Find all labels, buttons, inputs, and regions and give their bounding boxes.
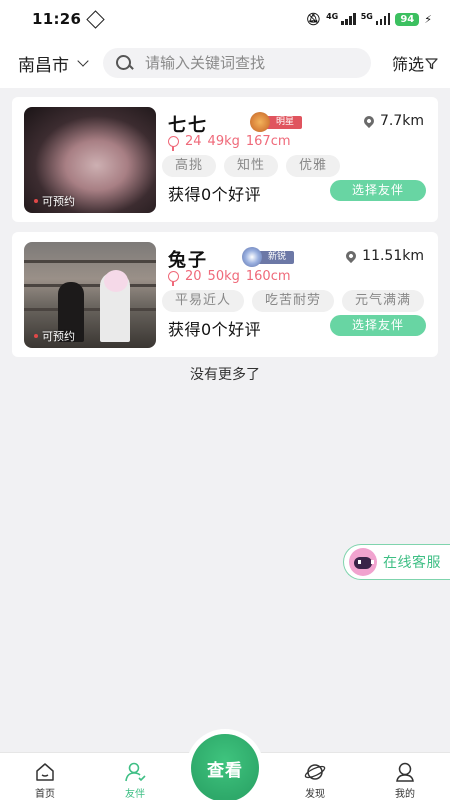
- companion-card[interactable]: 可预约 七七 明星 7.7km 24 49kg 167cm 高挑 知性 优雅 获…: [12, 97, 438, 222]
- signal-icon-2: [375, 13, 391, 25]
- network-type-1: 4G: [326, 12, 339, 21]
- city-label: 南昌市: [18, 55, 69, 76]
- star-medal-icon: [250, 112, 270, 132]
- select-companion-button[interactable]: 选择友伴: [330, 315, 426, 336]
- location-pin-icon: [344, 248, 359, 264]
- companion-age: 20: [185, 269, 202, 284]
- search-icon: [115, 54, 133, 72]
- select-companion-button[interactable]: 选择友伴: [330, 180, 426, 201]
- female-icon: [168, 136, 179, 151]
- filter-icon: [425, 57, 438, 69]
- filter-button[interactable]: 筛选: [392, 51, 438, 75]
- city-selector[interactable]: 南昌市: [18, 51, 89, 76]
- companion-card[interactable]: 可预约 兔子 新锐 11.51km 20 50kg 160cm 平易近人 吃苦耐…: [12, 232, 438, 357]
- companion-height: 160cm: [245, 269, 291, 284]
- companion-age: 24: [185, 134, 202, 149]
- search-box[interactable]: [103, 48, 371, 78]
- availability-label: 可预约: [42, 330, 75, 343]
- nav-companion-label: 友伴: [125, 789, 145, 800]
- photo-shelf: [24, 284, 156, 287]
- companion-meta: 24 49kg 167cm: [168, 134, 297, 151]
- face-sticker: [104, 270, 128, 292]
- online-service-button[interactable]: 在线客服: [343, 544, 450, 580]
- home-icon: [36, 763, 54, 781]
- nav-home[interactable]: 首页: [15, 762, 75, 800]
- review-count: 获得0个好评: [168, 185, 262, 204]
- availability-badge: 可预约: [34, 193, 75, 209]
- companion-icon: [125, 762, 146, 782]
- nav-discover-label: 发现: [305, 789, 325, 800]
- location-pin-icon: [361, 113, 377, 129]
- level-badge: 明星: [250, 112, 303, 132]
- companion-meta: 20 50kg 160cm: [168, 269, 297, 286]
- tag: 平易近人: [162, 290, 245, 312]
- distance: 11.51km: [344, 248, 424, 264]
- mute-icon: 🔕︎: [305, 12, 322, 26]
- distance: 7.7km: [361, 113, 424, 129]
- companion-weight: 49kg: [207, 134, 240, 149]
- tag-list: 高挑 知性 优雅: [162, 155, 341, 177]
- companion-photo[interactable]: 可预约: [24, 107, 156, 213]
- tag: 元气满满: [342, 290, 425, 312]
- center-view-button[interactable]: 查看: [191, 734, 259, 800]
- availability-badge: 可预约: [34, 328, 75, 344]
- distance-value: 7.7km: [379, 113, 424, 129]
- companion-weight: 50kg: [207, 269, 240, 284]
- nav-discover[interactable]: 发现: [285, 762, 345, 800]
- photo-shelf: [24, 308, 156, 311]
- diamond-medal-icon: [242, 247, 262, 267]
- level-badge-label: 新锐: [258, 250, 295, 264]
- search-input[interactable]: [145, 54, 365, 72]
- nav-home-label: 首页: [35, 789, 55, 800]
- online-service-label: 在线客服: [383, 555, 441, 571]
- companion-photo[interactable]: 可预约: [24, 242, 156, 348]
- status-icons: 🔕︎ 4G 5G 94 ⚡︎: [306, 12, 432, 26]
- battery-indicator: 94: [395, 12, 420, 26]
- nav-mine-label: 我的: [395, 789, 415, 800]
- distance-value: 11.51km: [362, 248, 424, 264]
- filter-label: 筛选: [391, 55, 424, 74]
- chevron-down-icon: [77, 54, 89, 67]
- tag: 知性: [224, 155, 279, 177]
- service-avatar-icon: [349, 548, 377, 576]
- tag: 高挑: [162, 155, 217, 177]
- level-badge-label: 明星: [266, 115, 303, 129]
- companion-height: 167cm: [245, 134, 291, 149]
- availability-dot: [34, 334, 38, 338]
- signal-icon-1: [341, 13, 356, 25]
- nav-companion[interactable]: 友伴: [105, 762, 165, 800]
- photo-shelf: [24, 260, 156, 263]
- level-badge: 新锐: [242, 247, 295, 267]
- availability-label: 可预约: [42, 195, 75, 208]
- female-icon: [168, 271, 179, 286]
- tag: 吃苦耐劳: [252, 290, 335, 312]
- tag-list: 平易近人 吃苦耐劳 元气满满: [162, 290, 425, 312]
- nav-mine[interactable]: 我的: [375, 762, 435, 800]
- network-type-2: 5G: [360, 12, 373, 21]
- planet-icon: [304, 764, 326, 780]
- status-time: 11:26: [32, 10, 82, 28]
- vpn-icon: [86, 9, 105, 29]
- tag: 优雅: [286, 155, 341, 177]
- center-view-label: 查看: [207, 760, 243, 781]
- list-end-text: 没有更多了: [190, 367, 260, 383]
- profile-icon: [396, 762, 414, 782]
- status-bar: 11:26 🔕︎ 4G 5G 94 ⚡︎: [0, 0, 450, 38]
- availability-dot: [34, 199, 38, 203]
- charging-icon: ⚡︎: [424, 12, 432, 26]
- review-count: 获得0个好评: [168, 320, 262, 339]
- top-bar: 南昌市 筛选: [0, 38, 450, 88]
